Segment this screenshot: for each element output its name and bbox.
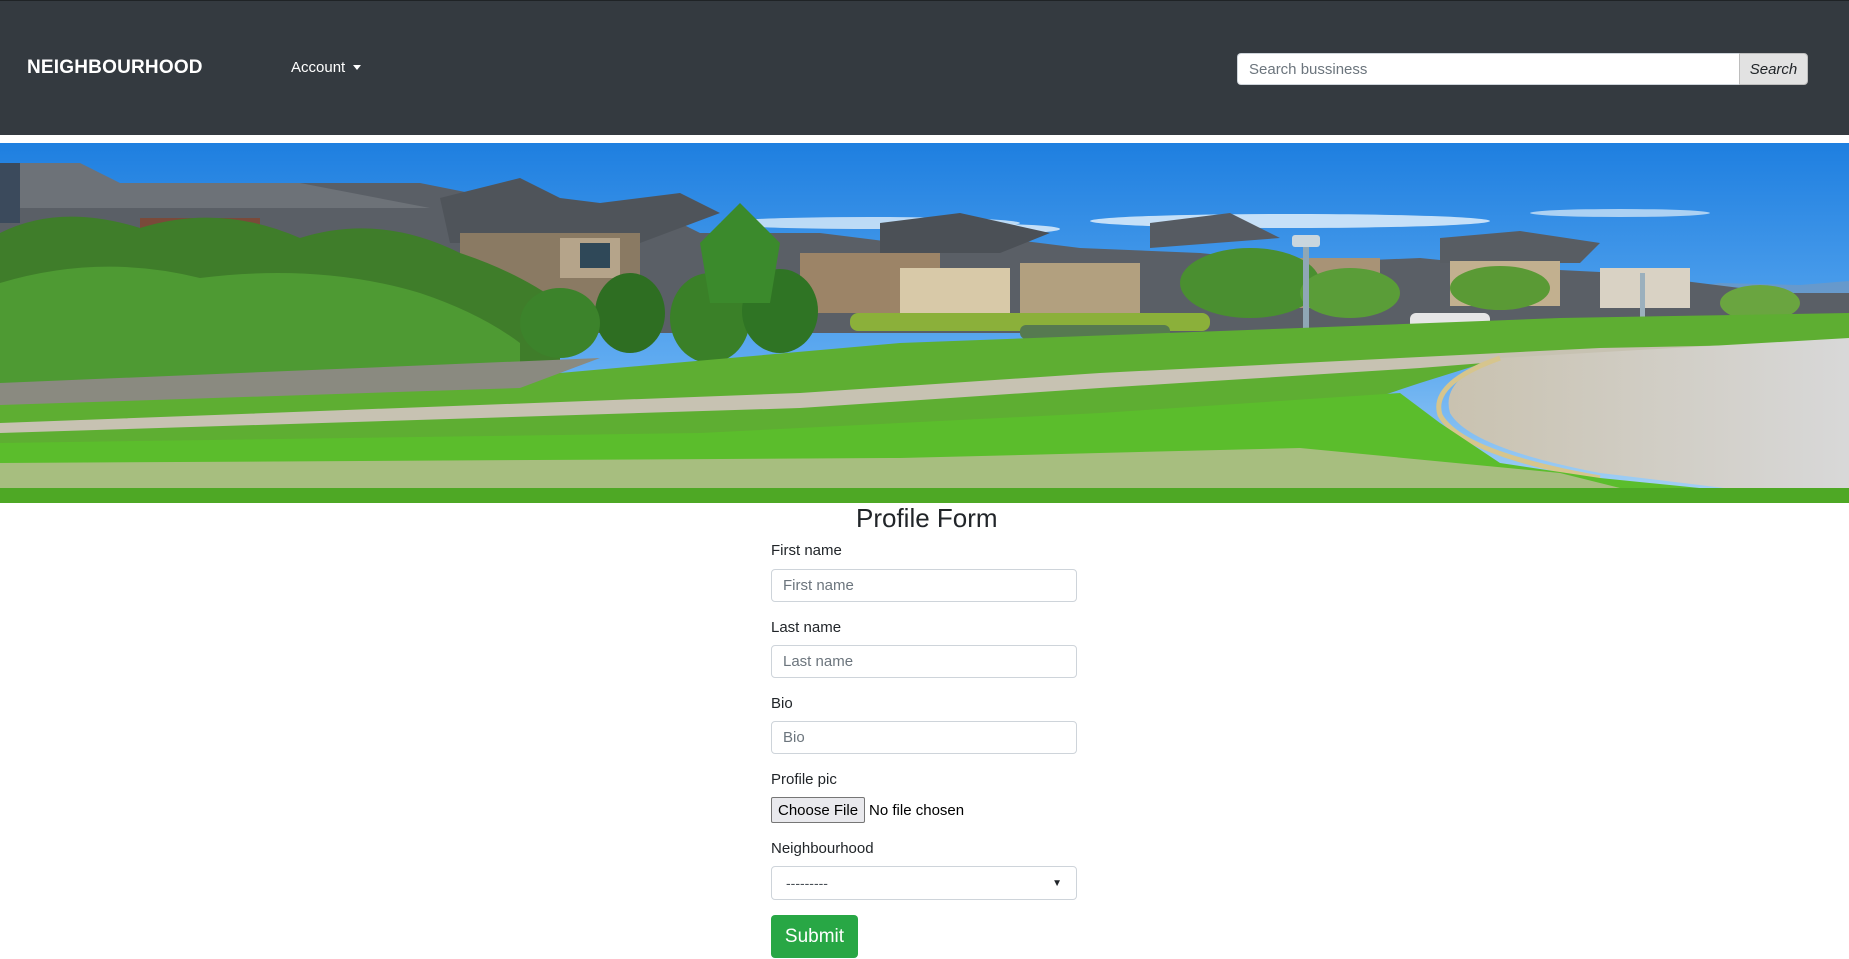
profile-pic-label: Profile pic	[771, 771, 837, 788]
profile-pic-file-input: Choose File No file chosen	[771, 797, 964, 823]
account-label: Account	[291, 59, 346, 76]
file-status-text: No file chosen	[869, 801, 965, 819]
neighbourhood-label: Neighbourhood	[771, 840, 874, 857]
neighbourhood-street-illustration	[0, 143, 1849, 503]
search-form: Search	[1237, 53, 1808, 85]
first-name-label: First name	[771, 542, 842, 559]
first-name-input[interactable]	[771, 569, 1077, 602]
caret-down-icon	[353, 65, 362, 70]
bio-label: Bio	[771, 695, 793, 712]
page-title: Profile Form	[856, 503, 998, 533]
choose-file-button[interactable]: Choose File	[771, 797, 866, 823]
brand-logo[interactable]: NEIGHBOURHOOD	[27, 57, 203, 79]
bio-input[interactable]	[771, 721, 1077, 754]
search-button[interactable]: Search	[1739, 53, 1808, 85]
account-dropdown[interactable]: Account	[291, 59, 362, 76]
last-name-label: Last name	[771, 619, 842, 636]
dropdown-arrow-icon: ▼	[1052, 877, 1062, 889]
neighbourhood-selected-value: ---------	[786, 875, 828, 891]
search-input[interactable]	[1237, 53, 1739, 85]
hero-banner-image	[0, 143, 1849, 503]
neighbourhood-select[interactable]: --------- ▼	[771, 866, 1077, 900]
last-name-input[interactable]	[771, 645, 1077, 678]
top-navbar: NEIGHBOURHOOD Account Search	[0, 0, 1849, 135]
submit-button[interactable]: Submit	[771, 915, 858, 958]
